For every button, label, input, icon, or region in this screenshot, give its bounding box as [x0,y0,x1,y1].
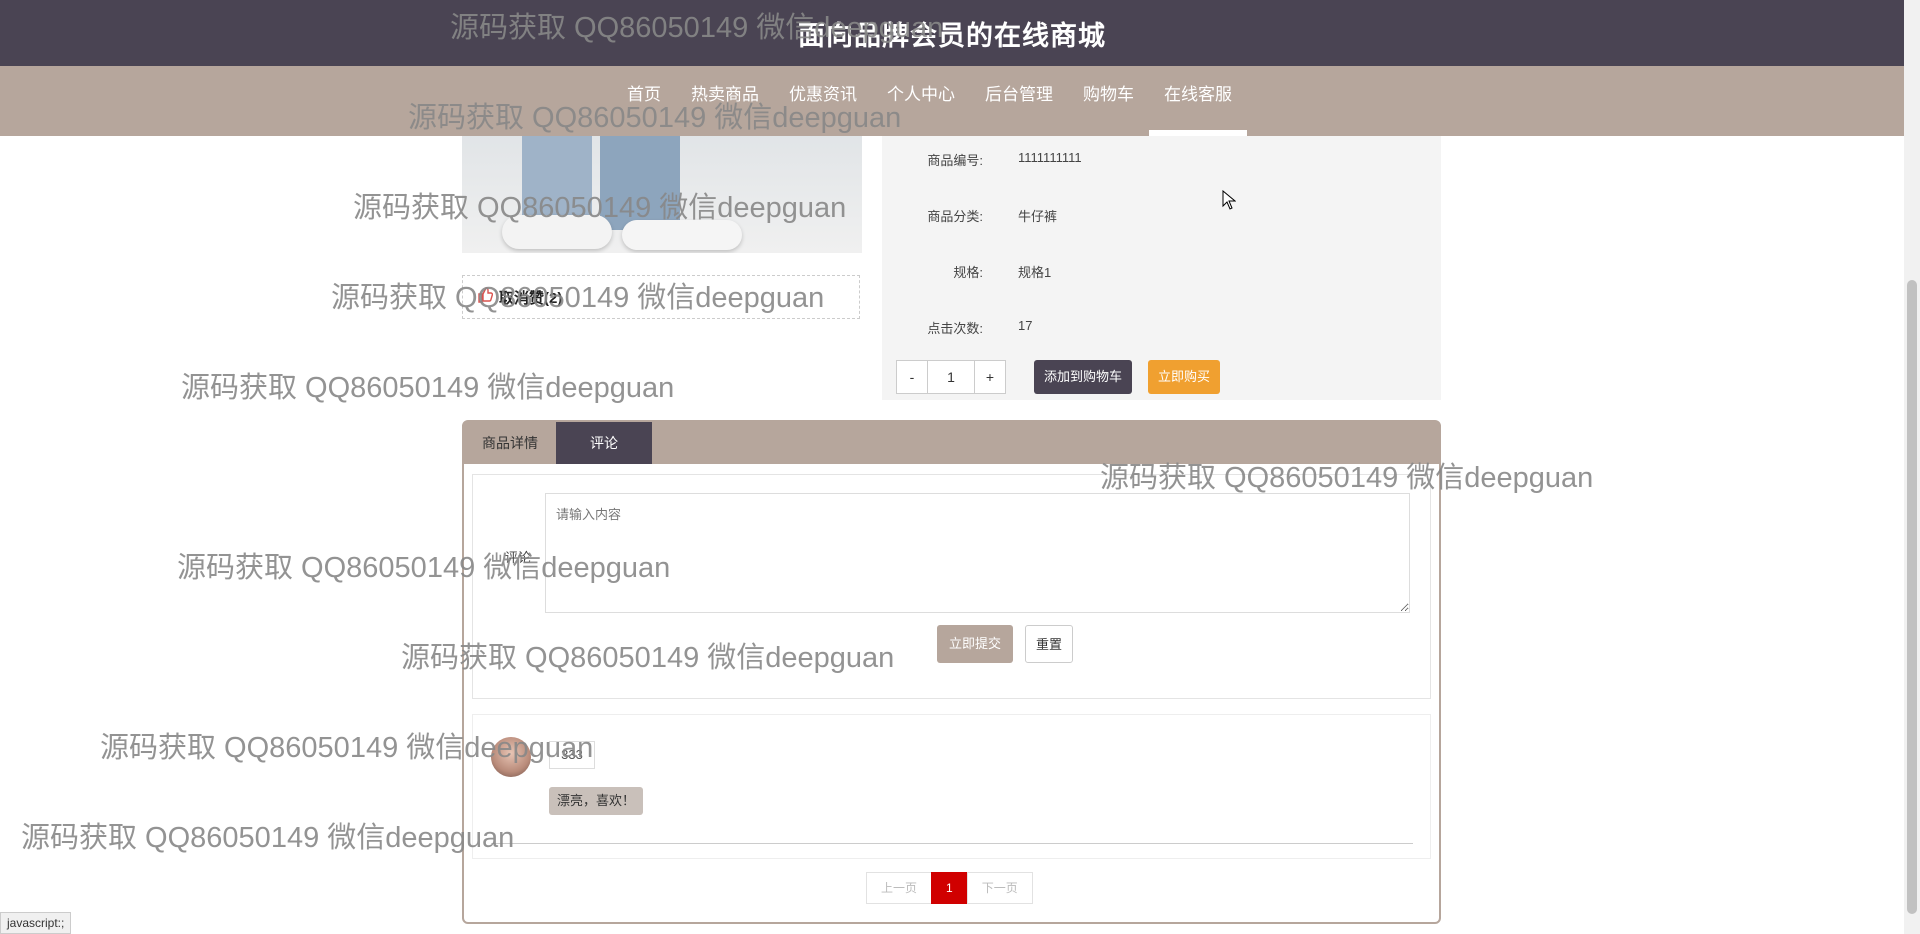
product-tabs-panel: 商品详情 评论 评论 立即提交 重置 333 漂亮，喜欢！ 上一页 1 下一页 [462,420,1441,924]
pagination: 上一页 1 下一页 [866,872,1033,904]
nav-item-admin[interactable]: 后台管理 [970,66,1068,136]
product-spec-label: 规格: [953,265,983,280]
like-toggle[interactable]: 取消赞(2) [462,275,860,319]
shoe-right [622,220,742,250]
comment-textarea[interactable] [545,493,1410,613]
product-category-label: 商品分类: [927,209,983,224]
top-header: 面向品牌会员的在线商城 [0,0,1904,66]
comment-item: 333 漂亮，喜欢！ [491,719,1413,844]
buy-now-button[interactable]: 立即购买 [1148,360,1221,394]
tab-product-details[interactable]: 商品详情 [464,422,556,464]
nav-item-home[interactable]: 首页 [612,66,676,136]
watermark-text: 源码获取 QQ86050149 微信deepguan [181,372,675,404]
quantity-input[interactable]: 1 [928,360,974,394]
tab-header: 商品详情 评论 [464,422,1439,464]
avatar [491,737,531,777]
shoe-left [502,215,612,249]
quantity-minus-button[interactable]: - [896,360,928,394]
like-label: 取消赞(2) [499,289,563,307]
quantity-stepper: - 1 + [896,360,1006,394]
nav-list: 首页 热卖商品 优惠资讯 个人中心 后台管理 购物车 在线客服 [612,66,1247,136]
site-title: 面向品牌会员的在线商城 [798,21,1106,51]
comment-form: 评论 立即提交 重置 [472,474,1431,699]
product-category-value: 牛仔裤 [1018,209,1058,224]
quantity-plus-button[interactable]: + [974,360,1006,394]
watermark-text: 源码获取 QQ86050149 微信deepguan [21,822,515,854]
nav-item-online-service[interactable]: 在线客服 [1149,66,1247,136]
nav-item-cart[interactable]: 购物车 [1068,66,1149,136]
comment-list: 333 漂亮，喜欢！ [472,714,1431,859]
comment-username: 333 [549,741,595,769]
click-count-label: 点击次数: [927,321,983,336]
thumbs-up-icon [477,286,494,308]
reset-button[interactable]: 重置 [1025,625,1073,663]
status-bar-url: javascript:; [0,912,72,934]
next-page-button[interactable]: 下一页 [966,872,1033,904]
prev-page-button[interactable]: 上一页 [866,872,933,904]
add-to-cart-button[interactable]: 添加到购物车 [1034,360,1133,394]
nav-item-promotions[interactable]: 优惠资讯 [774,66,872,136]
product-image [462,120,862,253]
product-code-label: 商品编号: [927,153,983,168]
tab-comments[interactable]: 评论 [556,422,652,464]
page-number-current[interactable]: 1 [931,872,968,904]
main-nav: 首页 热卖商品 优惠资讯 个人中心 后台管理 购物车 在线客服 [0,66,1904,136]
nav-item-user-center[interactable]: 个人中心 [872,66,970,136]
scrollbar-thumb[interactable] [1907,280,1917,914]
nav-item-hot-products[interactable]: 热卖商品 [676,66,774,136]
product-spec-value: 规格1 [1018,265,1052,280]
product-info-panel: 商品编号: 1111111111 商品分类: 牛仔裤 规格: 规格1 点击次数:… [882,132,1441,400]
jeans-right-leg [600,120,680,230]
submit-comment-button[interactable]: 立即提交 [937,625,1013,663]
comment-content: 漂亮，喜欢！ [549,787,644,815]
page-scrollbar[interactable] [1904,0,1920,934]
comment-label: 评论 [505,550,532,565]
product-code-value: 1111111111 [1018,150,1082,165]
click-count-value: 17 [1018,318,1033,333]
